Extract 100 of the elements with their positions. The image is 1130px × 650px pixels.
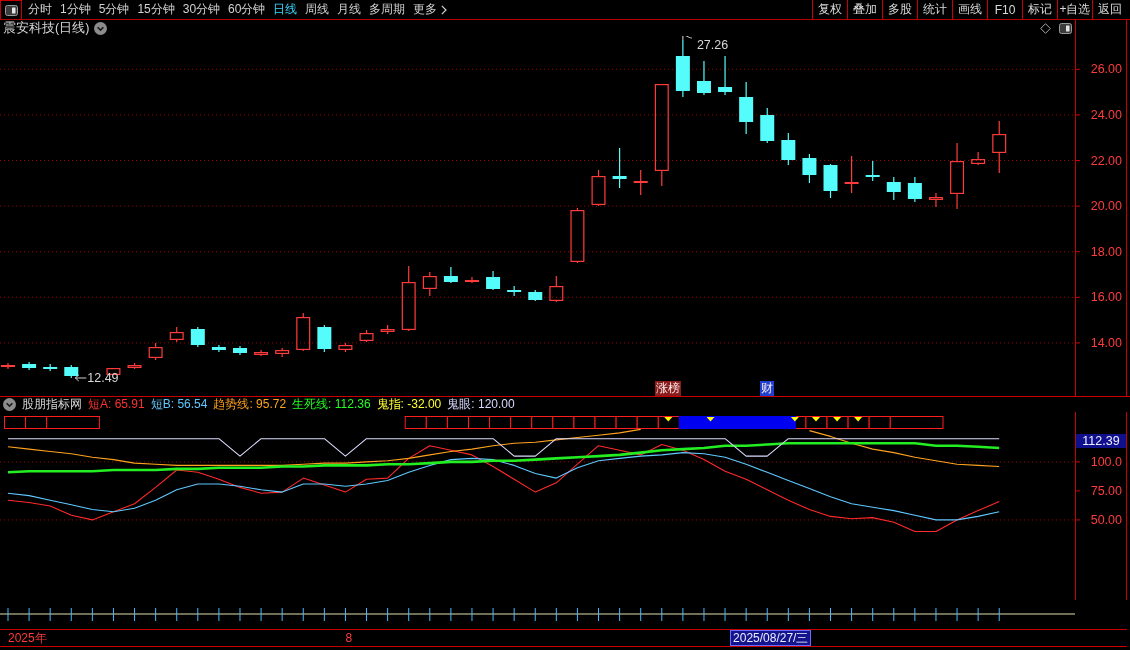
toolbar-button[interactable]: +自选 <box>1057 0 1092 19</box>
axis-label: 18.00 <box>1090 244 1122 259</box>
candlestick <box>233 345 247 356</box>
candlestick <box>317 324 332 353</box>
period-tab[interactable]: 15分钟 <box>133 0 179 19</box>
panel-toggle-button[interactable] <box>0 0 22 19</box>
period-tab[interactable]: 1分钟 <box>56 0 95 19</box>
axis-label: 50.00 <box>1090 512 1122 527</box>
axis-label: 26.00 <box>1090 62 1122 77</box>
indicator-value: 鬼眼: 120.00 <box>447 397 515 412</box>
candlestick <box>380 324 395 335</box>
candlestick <box>992 120 1007 174</box>
candlestick <box>549 275 564 303</box>
toolbar-button[interactable]: 统计 <box>917 0 952 19</box>
axis-label: 24.00 <box>1090 107 1122 122</box>
candlestick <box>190 326 205 348</box>
candlestick <box>486 270 501 291</box>
event-tag: 财 <box>760 381 775 396</box>
candlestick <box>465 276 479 284</box>
candlestick <box>338 342 353 353</box>
candlestick <box>148 342 163 361</box>
cursor-date-label: 2025/08/27/三 <box>730 630 812 646</box>
candlestick <box>359 329 374 343</box>
candlestick <box>781 132 796 166</box>
candlestick <box>106 368 121 375</box>
indicator-value: 趋势线: 95.72 <box>213 397 287 412</box>
candlestick <box>844 155 859 194</box>
candlestick <box>296 312 311 352</box>
candlestick <box>169 326 184 343</box>
candlestick <box>443 266 458 284</box>
date-label: 2025年 <box>8 630 47 646</box>
candlestick <box>928 192 943 208</box>
candlestick <box>528 289 543 302</box>
candlestick <box>633 169 648 196</box>
candlestick <box>823 163 838 199</box>
axis-label: 75.00 <box>1090 483 1122 498</box>
period-tab[interactable]: 周线 <box>301 0 334 19</box>
chevron-icon <box>441 4 448 15</box>
candlestick <box>760 107 775 144</box>
event-tag: 涨榜 <box>654 381 681 396</box>
diamond-icon[interactable] <box>1040 22 1051 34</box>
candlestick <box>507 285 522 297</box>
indicator-value: 生死线: 112.36 <box>292 397 371 412</box>
candlestick <box>907 176 922 203</box>
candlestick <box>886 176 901 201</box>
axis-label: 100.0 <box>1090 454 1122 469</box>
candlestick <box>43 363 58 372</box>
high-price-label: 27.26 <box>696 38 729 52</box>
indicator-value: 短B: 56.54 <box>150 397 208 412</box>
candlestick <box>612 147 627 189</box>
axis-label: 14.00 <box>1090 335 1122 350</box>
period-tab[interactable]: 5分钟 <box>94 0 134 19</box>
period-tab[interactable]: 多周期 <box>365 0 410 19</box>
candlestick <box>570 207 585 264</box>
axis-label: 16.00 <box>1090 290 1122 305</box>
candlestick <box>591 169 606 207</box>
period-tab[interactable]: 月线 <box>333 0 366 19</box>
axis-label: 20.00 <box>1090 199 1122 214</box>
toolbar-button[interactable]: 画线 <box>952 0 987 19</box>
more-tab[interactable]: 更多 <box>409 0 452 19</box>
candlestick <box>64 364 79 379</box>
toolbar-button[interactable]: 复权 <box>812 0 847 19</box>
candlestick <box>275 347 290 358</box>
dropdown-icon[interactable] <box>94 21 108 35</box>
candlestick <box>971 151 986 166</box>
candlestick <box>675 39 690 98</box>
candlestick <box>696 60 711 96</box>
date-label: 8 <box>345 630 353 646</box>
flag-icon <box>682 36 693 41</box>
indicator-value: 短A: 65.91 <box>88 397 145 412</box>
toolbar-button[interactable]: 返回 <box>1092 0 1127 19</box>
candlestick <box>718 55 733 96</box>
toolbar-button[interactable]: 标记 <box>1022 0 1057 19</box>
candlestick <box>211 344 226 353</box>
candlestick <box>950 142 965 210</box>
period-tab[interactable]: 日线 <box>269 0 302 19</box>
toolbar-button[interactable]: F10 <box>987 0 1022 19</box>
candlestick <box>865 160 880 182</box>
current-value-label: 112.39 <box>1076 434 1126 448</box>
candlestick <box>22 361 37 371</box>
candlestick <box>1 362 15 370</box>
panel-icon <box>4 4 18 16</box>
indicator-name: 股朋指标网 <box>22 397 82 412</box>
period-tab[interactable]: 分时 <box>24 0 56 19</box>
toolbar-button[interactable]: 多股 <box>882 0 917 19</box>
indicator-value: 鬼指: -32.00 <box>376 397 442 412</box>
candlestick <box>739 81 754 135</box>
arrow-icon <box>74 374 87 382</box>
dropdown-icon[interactable] <box>3 398 16 411</box>
chart-title: 震安科技(日线) <box>3 19 90 37</box>
axis-label: 22.00 <box>1090 153 1122 168</box>
candlestick <box>254 349 269 357</box>
period-tab[interactable]: 30分钟 <box>178 0 225 19</box>
toolbar-button[interactable]: 叠加 <box>847 0 882 19</box>
panel-icon[interactable] <box>1059 22 1072 34</box>
candlestick <box>401 265 416 332</box>
candlestick <box>127 362 142 370</box>
candlestick <box>802 153 817 184</box>
low-price-label: 12.49 <box>87 371 119 385</box>
period-tab[interactable]: 60分钟 <box>224 0 270 19</box>
